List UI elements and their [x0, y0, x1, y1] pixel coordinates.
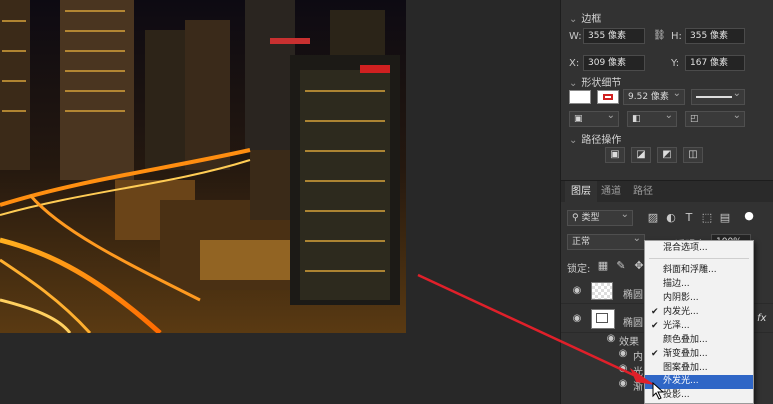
chevron-down-icon: ⌄	[569, 135, 578, 146]
tab-layers[interactable]: 图层	[565, 181, 597, 203]
tab-channels[interactable]: 通道	[595, 181, 627, 203]
x-label: X:	[569, 58, 580, 69]
menu-item-label: 颜色叠加...	[663, 335, 708, 345]
eye-icon[interactable]: ◉	[617, 363, 629, 375]
effects-label: 效果	[619, 337, 639, 348]
line-style-icon	[696, 96, 732, 98]
adjustment-filter-icon[interactable]: ◐	[665, 212, 677, 224]
layer-thumbnail	[591, 309, 615, 329]
fill-color-swatch[interactable]	[569, 90, 591, 104]
menu-item-label: 外发光...	[663, 376, 699, 386]
menu-separator	[649, 258, 749, 259]
eye-icon[interactable]: ◉	[617, 378, 629, 390]
shape-filter-icon[interactable]: ⬚	[701, 212, 713, 224]
smart-object-filter-icon[interactable]: ▤	[719, 212, 731, 224]
check-icon: ✔	[651, 307, 659, 317]
menu-item[interactable]: 内阴影...	[645, 292, 753, 306]
menu-item-label: 投影...	[663, 390, 690, 400]
check-icon: ✔	[651, 321, 659, 331]
menu-item-label: 渐变叠加...	[663, 349, 708, 359]
path-combine-button[interactable]: ▣	[605, 147, 625, 163]
fx-icon[interactable]: fx	[757, 313, 766, 324]
city-night-photo	[0, 0, 406, 333]
city-night-image	[0, 0, 406, 333]
chevron-down-icon: ⌄	[569, 14, 578, 25]
menu-item-label: 描边...	[663, 279, 690, 289]
link-icon[interactable]: ⛓	[653, 30, 666, 41]
blend-mode-dropdown[interactable]: 正常	[567, 232, 645, 250]
bounds-header-label: 边框	[581, 14, 602, 25]
path-exclude-button[interactable]: ◫	[683, 147, 703, 163]
stroke-align-dropdown[interactable]: ▣	[569, 109, 619, 127]
shape-header-label: 形状细节	[581, 78, 622, 89]
filter-kind-label: 类型	[581, 213, 600, 223]
menu-item-label: 光泽...	[663, 321, 690, 331]
h-label: H:	[671, 31, 682, 42]
canvas-workspace[interactable]	[0, 0, 560, 404]
lock-label: 锁定:	[567, 264, 591, 275]
menu-item[interactable]: 颜色叠加...	[645, 334, 753, 348]
path-intersect-button[interactable]: ◩	[657, 147, 677, 163]
shape-icon	[596, 313, 608, 323]
menu-item[interactable]: ✔ 渐变叠加...	[645, 348, 753, 362]
height-field[interactable]: 355 像素	[685, 28, 745, 44]
stroke-width-dropdown[interactable]: 9.52 像素	[623, 87, 685, 105]
path-header-label: 路径操作	[581, 135, 622, 146]
width-field[interactable]: 355 像素	[583, 28, 645, 44]
path-section-header[interactable]: ⌄ 路径操作	[569, 131, 621, 146]
check-icon: ✔	[651, 349, 659, 359]
stroke-color-swatch[interactable]	[597, 90, 619, 104]
menu-item[interactable]: ✔ 光泽...	[645, 320, 753, 334]
search-icon: ⚲	[572, 213, 579, 223]
mouse-cursor-icon	[652, 382, 665, 400]
menu-item[interactable]: ✔ 内发光...	[645, 306, 753, 320]
lock-transparent-icon[interactable]: ▦	[597, 260, 609, 272]
menu-item[interactable]: 混合选项...	[645, 242, 753, 256]
filter-toggle-icon[interactable]: ●	[743, 210, 755, 222]
eye-icon[interactable]: ◉	[571, 285, 583, 297]
stroke-style-dropdown[interactable]	[691, 87, 745, 105]
stroke-corner-dropdown[interactable]: ◰	[685, 109, 745, 127]
y-label: Y:	[671, 58, 680, 69]
x-field[interactable]: 309 像素	[583, 55, 645, 71]
bounds-section-header[interactable]: ⌄ 边框	[569, 10, 601, 25]
w-label: W:	[569, 31, 582, 42]
tab-paths[interactable]: 路径	[627, 181, 659, 203]
shape-section-header[interactable]: ⌄ 形状细节	[569, 74, 621, 89]
menu-item[interactable]: 图案叠加...	[645, 362, 753, 376]
menu-item-label: 图案叠加...	[663, 363, 708, 373]
stroke-preview-icon	[603, 94, 613, 100]
type-filter-icon[interactable]: T	[683, 212, 695, 224]
pixel-filter-icon[interactable]: ▨	[647, 212, 659, 224]
y-field[interactable]: 167 像素	[685, 55, 745, 71]
effect-item[interactable]: 光	[633, 363, 643, 378]
layer-filter-dropdown[interactable]: ⚲ 类型	[567, 208, 633, 226]
menu-item[interactable]: 描边...	[645, 278, 753, 292]
layer-name[interactable]: 椭圆	[623, 286, 643, 301]
photoshop-window: ⌄ 边框 W: 355 像素 ⛓ H: 355 像素 X: 309 像素 Y: 1…	[0, 0, 773, 404]
layer-style-menu: 混合选项... 斜面和浮雕... 描边... 内阴影... ✔ 内发光... ✔ 光…	[644, 240, 754, 404]
chevron-down-icon: ⌄	[569, 78, 578, 89]
effect-item[interactable]: 渐	[633, 378, 643, 393]
path-subtract-button[interactable]: ◪	[631, 147, 651, 163]
eye-icon[interactable]: ◉	[571, 313, 583, 325]
menu-item-label: 内发光...	[663, 307, 699, 317]
layer-thumbnail	[591, 282, 613, 300]
layer-name[interactable]: 椭圆	[623, 314, 643, 329]
lock-pixels-icon[interactable]: ✎	[615, 260, 627, 272]
menu-item-label: 内阴影...	[663, 293, 699, 303]
eye-icon[interactable]: ◉	[617, 348, 629, 360]
eye-icon[interactable]: ◉	[605, 333, 617, 345]
menu-item-label: 斜面和浮雕...	[663, 265, 717, 275]
menu-item[interactable]: 斜面和浮雕...	[645, 264, 753, 278]
effect-item[interactable]: 内	[633, 348, 643, 363]
layers-tabs: 图层 通道 路径	[561, 180, 773, 203]
menu-item-label: 混合选项...	[663, 243, 708, 253]
stroke-cap-dropdown[interactable]: ◧	[627, 109, 677, 127]
